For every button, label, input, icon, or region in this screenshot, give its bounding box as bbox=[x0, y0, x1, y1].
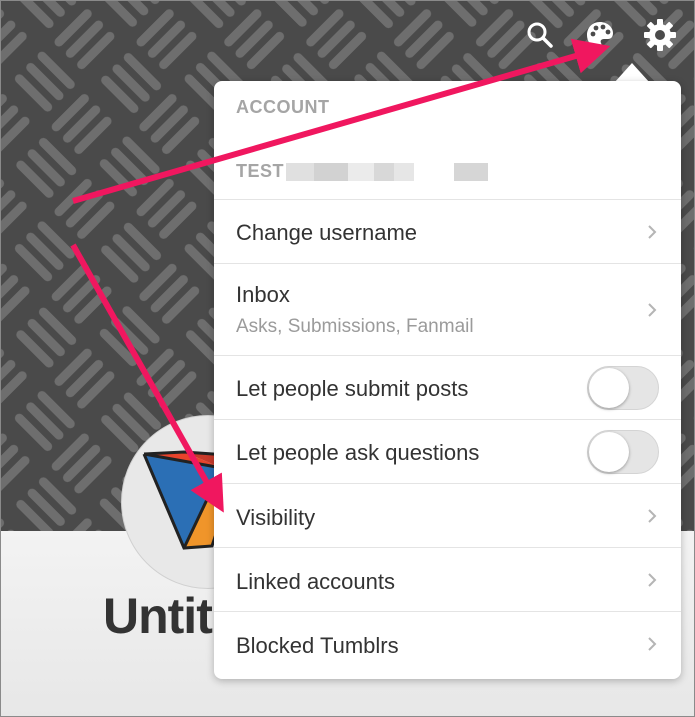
menu-item-change-username[interactable]: Change username bbox=[214, 199, 681, 264]
chevron-right-icon bbox=[648, 637, 657, 651]
submit-posts-toggle[interactable] bbox=[587, 366, 659, 410]
top-icon-bar bbox=[474, 15, 694, 55]
menu-item-label: Blocked Tumblrs bbox=[236, 633, 399, 658]
menu-item-ask-questions: Let people ask questions bbox=[214, 419, 681, 484]
menu-item-blocked-tumblrs[interactable]: Blocked Tumblrs bbox=[214, 611, 681, 679]
ask-questions-toggle[interactable] bbox=[587, 430, 659, 474]
account-name: TEST bbox=[236, 161, 285, 181]
toggle-knob bbox=[589, 432, 629, 472]
settings-dropdown: ACCOUNT TEST Change username Inbox Asks,… bbox=[214, 81, 681, 679]
redacted-block bbox=[286, 163, 314, 181]
dropdown-caret bbox=[614, 63, 650, 83]
toggle-knob bbox=[589, 368, 629, 408]
gear-icon[interactable] bbox=[640, 15, 680, 55]
chevron-right-icon bbox=[648, 303, 657, 317]
redacted-block bbox=[348, 163, 374, 181]
redacted-block bbox=[314, 163, 348, 181]
redacted-block bbox=[454, 163, 488, 181]
menu-item-label: Inbox bbox=[236, 282, 290, 307]
menu-item-sublabel: Asks, Submissions, Fanmail bbox=[236, 316, 474, 337]
palette-icon[interactable] bbox=[580, 15, 620, 55]
menu-item-submit-posts: Let people submit posts bbox=[214, 355, 681, 420]
chevron-right-icon bbox=[648, 573, 657, 587]
menu-item-label: Let people submit posts bbox=[236, 376, 469, 401]
menu-item-inbox[interactable]: Inbox Asks, Submissions, Fanmail bbox=[214, 263, 681, 356]
menu-item-label: Linked accounts bbox=[236, 569, 395, 594]
blog-title: Untit bbox=[103, 588, 213, 644]
search-icon[interactable] bbox=[520, 15, 560, 55]
menu-item-label: Let people ask questions bbox=[236, 440, 480, 465]
chevron-right-icon bbox=[648, 225, 657, 239]
screenshot-frame: Untit ACCOUNT TEST Change username Inbox… bbox=[0, 0, 695, 717]
menu-item-visibility[interactable]: Visibility bbox=[214, 483, 681, 548]
chevron-right-icon bbox=[648, 509, 657, 523]
menu-item-label: Change username bbox=[236, 220, 418, 245]
account-section-header: ACCOUNT bbox=[236, 97, 330, 117]
redacted-block bbox=[374, 163, 394, 181]
redacted-block bbox=[394, 163, 414, 181]
menu-item-label: Visibility bbox=[236, 505, 316, 530]
menu-item-linked-accounts[interactable]: Linked accounts bbox=[214, 547, 681, 612]
